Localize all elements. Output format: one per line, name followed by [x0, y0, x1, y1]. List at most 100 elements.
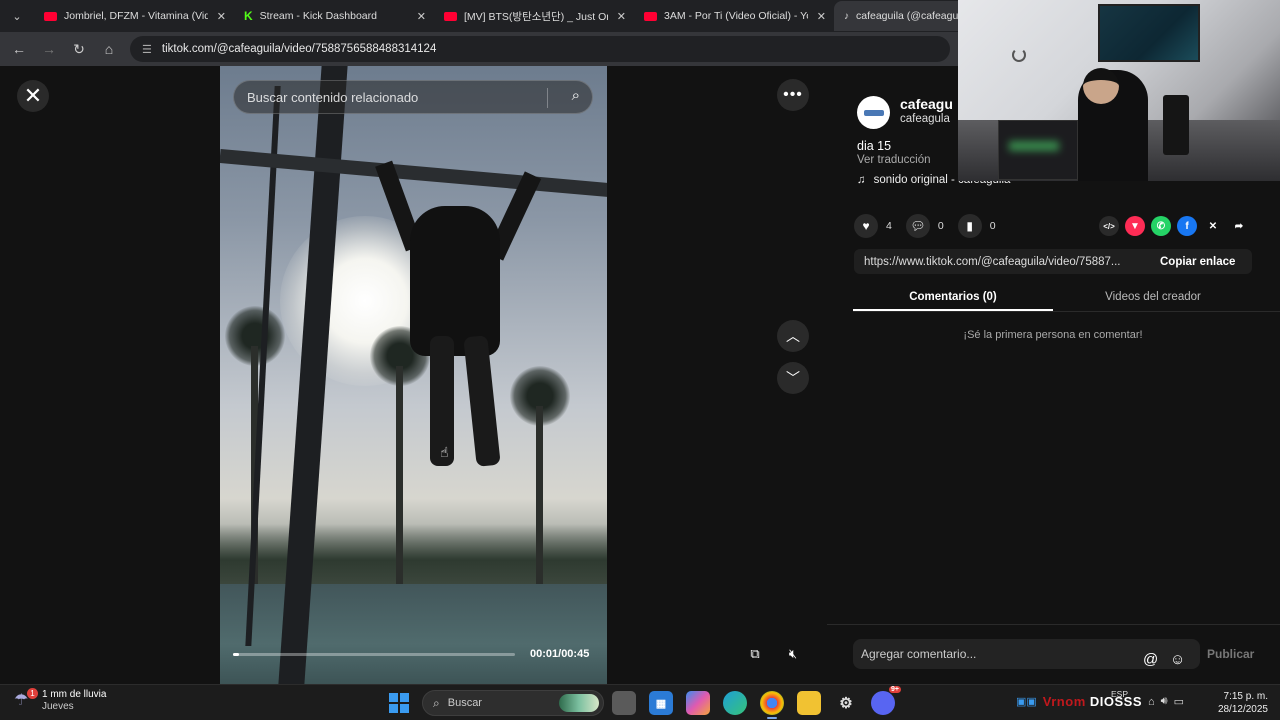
- start-button[interactable]: [389, 693, 409, 713]
- search-icon[interactable]: ⌕: [572, 87, 580, 104]
- copilot-icon[interactable]: [686, 691, 710, 715]
- video-ground: [220, 584, 607, 684]
- creator-name[interactable]: cafeagu: [900, 96, 953, 112]
- weather-day: Jueves: [42, 701, 74, 712]
- save-count: 0: [989, 220, 996, 232]
- send-to-friends-icon[interactable]: ▼: [1125, 216, 1145, 236]
- taskbar-search[interactable]: ⌕ Buscar: [422, 690, 604, 716]
- tab-title: Stream - Kick Dashboard: [259, 10, 377, 22]
- video-pullup-bar: [220, 149, 607, 197]
- volume-icon[interactable]: 🔊︎: [1161, 695, 1168, 708]
- copy-link-button[interactable]: Copiar enlace: [1160, 256, 1235, 268]
- related-content-search[interactable]: Buscar contenido relacionado ⌕: [233, 80, 593, 114]
- address-bar[interactable]: ☰ tiktok.com/@cafeaguila/video/758875658…: [130, 36, 950, 62]
- creator-avatar[interactable]: [857, 96, 890, 129]
- youtube-icon: [644, 11, 657, 21]
- video-player[interactable]: [220, 66, 607, 684]
- taskbar-apps: ▦ ⚙ 9+: [612, 686, 901, 719]
- tab-search-menu-button[interactable]: ⌄: [0, 0, 34, 32]
- emoji-icon[interactable]: ☺: [1170, 645, 1185, 675]
- kick-icon: K: [244, 9, 253, 23]
- share-arrow-icon[interactable]: ➦: [1229, 216, 1249, 236]
- back-button[interactable]: ←: [4, 34, 34, 64]
- system-tray: ▣▣ Vrnom DIOSSS ⌂ 🔊︎ ▭: [1016, 694, 1184, 709]
- browser-tab[interactable]: K Stream - Kick Dashboard ✕: [234, 1, 434, 31]
- discord-icon[interactable]: 9+: [871, 686, 901, 715]
- like-action[interactable]: ♥ 4: [854, 214, 892, 238]
- close-tab-icon[interactable]: ✕: [217, 10, 226, 23]
- webcam-speaker: [1163, 95, 1189, 155]
- video-palm-tree: [510, 366, 570, 666]
- no-comments-message: ¡Sé la primera persona en comentar!: [963, 329, 1143, 341]
- tray-icon[interactable]: ⌂: [1148, 696, 1155, 708]
- comment-bar: Agregar comentario... @ ☺ Publicar: [827, 624, 1280, 684]
- mention-icon[interactable]: @: [1143, 645, 1158, 675]
- rain-cloud-icon: ☂ 1: [14, 688, 38, 712]
- heart-icon[interactable]: ♥: [854, 214, 878, 238]
- x-twitter-icon[interactable]: ✕: [1203, 216, 1223, 236]
- close-tab-icon[interactable]: ✕: [617, 10, 626, 23]
- language-indicator[interactable]: ESP: [1111, 689, 1128, 699]
- reload-button[interactable]: ↻: [64, 34, 94, 64]
- see-translation-link[interactable]: Ver traducción: [857, 154, 931, 166]
- windows-taskbar: ☂ 1 1 mm de lluvia Jueves ⌕ Buscar ▦ ⚙ 9…: [0, 684, 1280, 720]
- comment-count: 0: [937, 220, 944, 232]
- share-link-text[interactable]: https://www.tiktok.com/@cafeaguila/video…: [864, 256, 1144, 268]
- tray-app-icon[interactable]: ▣▣: [1016, 695, 1037, 708]
- facebook-icon[interactable]: f: [1177, 216, 1197, 236]
- whatsapp-icon[interactable]: ✆: [1151, 216, 1171, 236]
- webcam-person-head: [1083, 68, 1119, 104]
- tab-comments[interactable]: Comentarios (0): [853, 284, 1053, 311]
- site-info-icon[interactable]: ☰: [142, 43, 152, 56]
- engagement-actions: ♥ 4 💬︎ 0 ▮ 0: [854, 214, 1010, 238]
- youtube-icon: [44, 11, 57, 21]
- weather-widget[interactable]: ☂ 1 1 mm de lluvia Jueves: [14, 688, 106, 713]
- next-video-button[interactable]: ﹀: [777, 362, 809, 394]
- taskbar-clock[interactable]: 7:15 p. m. 28/12/2025: [1205, 690, 1268, 716]
- video-caption: dia 15: [857, 139, 892, 153]
- comment-action[interactable]: 💬︎ 0: [905, 214, 944, 238]
- comment-placeholder: Agregar comentario...: [861, 647, 977, 661]
- video-time: 00:01/00:45: [530, 648, 590, 660]
- video-person-body: [410, 206, 500, 356]
- browser-tab[interactable]: Jombriel, DFZM - Vitamina (Vid ✕: [34, 1, 234, 31]
- miniplayer-button[interactable]: ⧉: [739, 638, 771, 670]
- browser-tab[interactable]: [MV] BTS(방탄소년단) _ Just On ✕: [434, 1, 634, 31]
- comment-input[interactable]: Agregar comentario... @ ☺: [853, 639, 1200, 669]
- save-action[interactable]: ▮ 0: [957, 214, 996, 238]
- mute-button[interactable]: 🔇︎: [777, 638, 809, 670]
- creator-handle: cafeagula: [900, 113, 950, 125]
- previous-video-button[interactable]: ︿: [777, 320, 809, 352]
- file-explorer-icon[interactable]: [797, 691, 821, 715]
- mouse-pointer-icon: ☝︎: [440, 444, 449, 460]
- app-icon[interactable]: ⚙: [834, 691, 858, 715]
- share-link-box: https://www.tiktok.com/@cafeaguila/video…: [854, 249, 1252, 274]
- chrome-icon[interactable]: [760, 691, 784, 719]
- bookmark-icon[interactable]: ▮: [957, 214, 982, 238]
- home-button[interactable]: ⌂: [94, 34, 124, 64]
- share-actions: </> ▼ ✆ f ✕ ➦: [1099, 216, 1249, 236]
- loading-spinner-icon: [1012, 48, 1026, 62]
- edge-icon[interactable]: [723, 691, 747, 715]
- video-person-leg: [463, 335, 501, 467]
- more-options-button[interactable]: •••: [777, 79, 809, 111]
- comment-icon[interactable]: 💬︎: [905, 214, 930, 238]
- tab-creator-videos[interactable]: Videos del creador: [1053, 284, 1253, 311]
- video-progress-fill: [233, 653, 240, 656]
- video-progress-bar[interactable]: [233, 653, 515, 656]
- embed-icon[interactable]: </>: [1099, 216, 1119, 236]
- url-text: tiktok.com/@cafeaguila/video/75887565884…: [161, 43, 437, 55]
- video-palm-tree: [225, 306, 285, 606]
- forward-button[interactable]: →: [34, 34, 64, 64]
- like-count: 4: [886, 220, 892, 232]
- close-tab-icon[interactable]: ✕: [817, 10, 826, 23]
- discord-badge: 9+: [889, 686, 901, 693]
- music-note-icon: ♫: [857, 174, 866, 186]
- browser-tab[interactable]: 3AM - Por Ti (Video Oficial) - Yo ✕: [634, 1, 834, 31]
- task-view-icon[interactable]: [612, 691, 636, 715]
- publish-button[interactable]: Publicar: [1207, 647, 1254, 661]
- close-video-button[interactable]: ✕: [17, 80, 49, 112]
- battery-icon[interactable]: ▭: [1174, 695, 1184, 708]
- microsoft-store-icon[interactable]: ▦: [649, 691, 673, 715]
- close-tab-icon[interactable]: ✕: [417, 10, 426, 23]
